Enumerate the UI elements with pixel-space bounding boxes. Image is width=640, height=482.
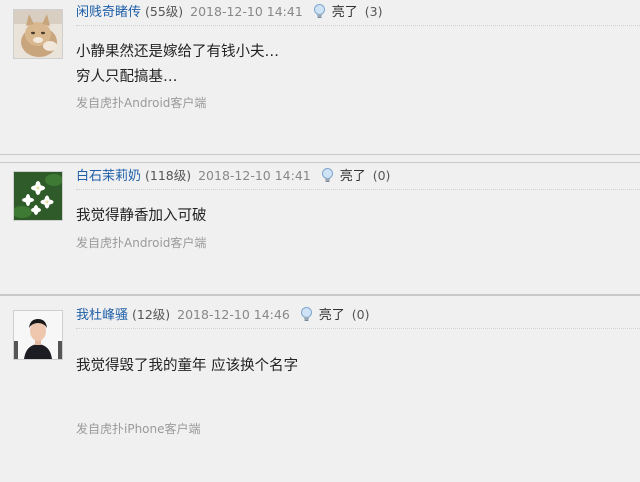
username-link[interactable]: 我杜峰骚 [76, 308, 128, 323]
lightbulb-icon[interactable] [313, 4, 326, 19]
meta-divider [76, 25, 640, 26]
user-avatar[interactable] [13, 9, 63, 59]
light-button[interactable]: 亮了 [332, 5, 358, 20]
post-source: 发自虎扑iPhone客户端 [76, 422, 201, 436]
post-meta: 我杜峰骚 (12级) 2018-12-10 14:46 亮了 (0) [76, 305, 640, 325]
username-link[interactable]: 白石茉莉奶 [76, 169, 141, 184]
post-content: 我觉得毁了我的童年 应该换个名字 [76, 355, 298, 377]
light-count: (0) [372, 168, 391, 183]
reply-thread: 闲贱奇睹传 (55级) 2018-12-10 14:41 亮了 (3) 小静果然… [0, 0, 640, 482]
reply-post: 闲贱奇睹传 (55级) 2018-12-10 14:41 亮了 (3) 小静果然… [0, 0, 640, 155]
post-separator [0, 295, 640, 296]
cat-avatar-icon [14, 10, 62, 58]
post-content: 小静果然还是嫁给了有钱小夫… 穷人只配搞基… [76, 41, 279, 88]
lightbulb-icon[interactable] [300, 307, 313, 322]
lightbulb-icon[interactable] [321, 168, 334, 183]
post-time: 2018-12-10 14:46 [177, 307, 290, 322]
username-link[interactable]: 闲贱奇睹传 [76, 5, 141, 20]
post-meta: 白石茉莉奶 (118级) 2018-12-10 14:41 亮了 (0) [76, 166, 640, 186]
user-level: (55级) [145, 4, 184, 19]
post-source: 发自虎扑Android客户端 [76, 96, 207, 110]
user-level: (118级) [145, 168, 192, 183]
user-avatar[interactable] [13, 310, 63, 360]
content-line: 小静果然还是嫁给了有钱小夫… [76, 44, 279, 60]
meta-divider [76, 328, 640, 329]
light-count: (0) [351, 307, 370, 322]
reply-post: 我杜峰骚 (12级) 2018-12-10 14:46 亮了 (0) 我觉得毁了… [0, 295, 640, 482]
light-count: (3) [364, 4, 383, 19]
content-line: 我觉得毁了我的童年 应该换个名字 [76, 358, 299, 374]
light-button[interactable]: 亮了 [340, 169, 366, 184]
post-meta: 闲贱奇睹传 (55级) 2018-12-10 14:41 亮了 (3) [76, 2, 640, 22]
user-avatar[interactable] [13, 171, 63, 221]
user-level: (12级) [132, 307, 171, 322]
reply-post: 白石茉莉奶 (118级) 2018-12-10 14:41 亮了 (0) 我觉得… [0, 162, 640, 295]
content-line: 我觉得静香加入可破 [76, 208, 207, 224]
light-button[interactable]: 亮了 [319, 308, 345, 323]
meta-divider [76, 189, 640, 190]
post-content: 我觉得静香加入可破 [76, 205, 207, 227]
post-time: 2018-12-10 14:41 [198, 168, 311, 183]
jasmine-flower-avatar-icon [14, 172, 62, 220]
post-time: 2018-12-10 14:41 [190, 4, 303, 19]
post-source: 发自虎扑Android客户端 [76, 236, 207, 250]
content-line: 穷人只配搞基… [76, 69, 178, 85]
post-separator [0, 162, 640, 163]
person-photo-avatar-icon [14, 311, 62, 359]
